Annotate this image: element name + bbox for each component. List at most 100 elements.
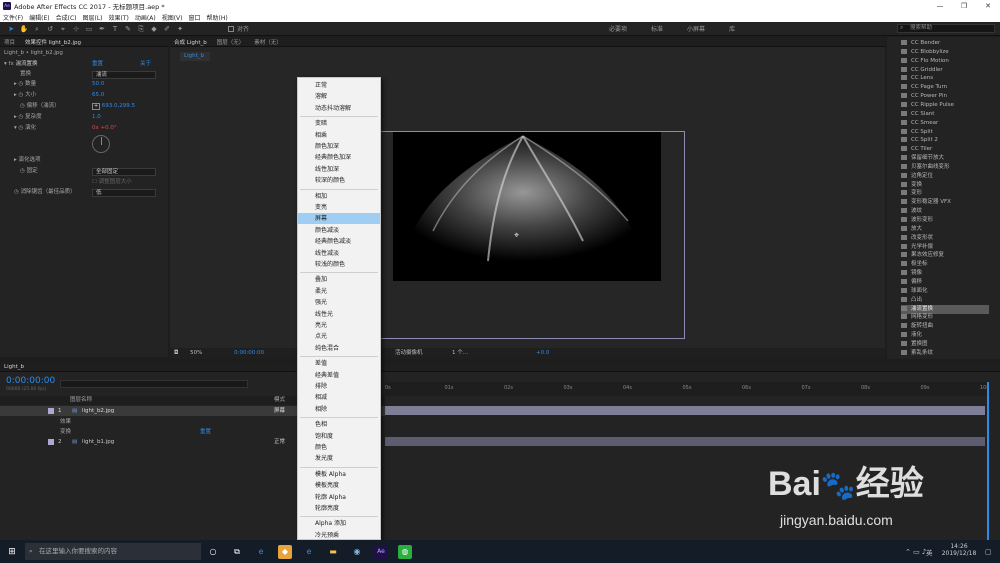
effect-list-item[interactable]: 光学补偿 (901, 243, 989, 252)
workspace-standard[interactable]: 标准 (651, 24, 663, 33)
blend-mode-item[interactable]: 相除 (298, 404, 380, 415)
blend-mode-item[interactable]: 柔光 (298, 286, 380, 297)
effect-list-item[interactable]: 凸出 (901, 296, 989, 305)
menu-edit[interactable]: 编辑(E) (29, 13, 49, 22)
blend-mode-item[interactable]: 轮廓亮度 (298, 503, 380, 514)
effect-list-item[interactable]: 球面化 (901, 287, 989, 296)
layer-name-header[interactable]: 图层名称 (70, 396, 92, 405)
complexity-value[interactable]: 1.0 (92, 113, 101, 122)
tab-timeline[interactable]: Light_b (4, 364, 24, 370)
blend-mode-item[interactable]: 较浅的颜色 (298, 259, 380, 270)
menu-window[interactable]: 窗口 (188, 13, 200, 22)
camera-tool-icon[interactable]: ⌖ (58, 24, 68, 34)
clock[interactable]: 14:26 2019/12/18 (937, 543, 981, 557)
about-link[interactable]: 关于 (140, 60, 151, 69)
pan-behind-tool-icon[interactable]: ⊹ (71, 24, 81, 34)
effect-list-item[interactable]: 贝塞尔曲线变形 (901, 163, 989, 172)
file-explorer-icon[interactable]: ▬ (326, 545, 340, 559)
menu-effect[interactable]: 效果(T) (109, 13, 129, 22)
menu-layer[interactable]: 图层(L) (83, 13, 103, 22)
timeline-search-input[interactable] (60, 380, 248, 388)
ie-icon[interactable]: e (302, 545, 316, 559)
blend-mode-item[interactable]: 线性光 (298, 309, 380, 320)
evolution-value[interactable]: 0x +0.0° (92, 124, 117, 133)
workspace-small-screen[interactable]: 小屏幕 (687, 24, 705, 33)
effect-list-item[interactable]: 置换图 (901, 340, 989, 349)
selection-tool-icon[interactable]: ➤ (6, 24, 16, 34)
blend-mode-item[interactable]: 经典颜色减淡 (298, 236, 380, 247)
blend-mode-item[interactable]: 差值 (298, 358, 380, 369)
type-tool-icon[interactable]: T (110, 24, 120, 34)
menu-help[interactable]: 帮助(H) (207, 13, 228, 22)
blend-mode-item[interactable]: 线性减淡 (298, 248, 380, 259)
effect-list-item[interactable]: CC Smear (901, 119, 989, 128)
comp-chip[interactable]: Light_b (180, 52, 210, 61)
effect-list-item[interactable]: CC Page Turn (901, 83, 989, 92)
minimize-button[interactable]: — (928, 0, 952, 12)
blend-mode-item[interactable]: 叠加 (298, 274, 380, 285)
views-dropdown[interactable]: 1 个... (452, 348, 468, 359)
tab-project[interactable]: 项目 (4, 38, 15, 46)
tray-icons[interactable]: ⌃ ▭ ♪ (905, 548, 926, 556)
effect-list-item[interactable]: 变换 (901, 181, 989, 190)
notification-icon[interactable]: ▢ (985, 548, 992, 556)
layer-bounding-box[interactable] (370, 131, 685, 339)
workspace-library[interactable]: 库 (729, 24, 735, 33)
clone-tool-icon[interactable]: ⎘ (136, 24, 146, 34)
displace-dropdown[interactable]: 湍流 (92, 71, 156, 79)
mode-header[interactable]: 模式 (274, 396, 285, 405)
layer-1-track[interactable] (385, 406, 985, 415)
sub-effects[interactable]: 效果 (60, 417, 72, 427)
effect-list-item[interactable]: 偏移 (901, 278, 989, 287)
taskbar-search-input[interactable]: ⌕ 在这里输入你要搜索的内容 (25, 543, 201, 560)
effect-list-item[interactable]: 边角定位 (901, 172, 989, 181)
blend-mode-item[interactable]: 亮光 (298, 320, 380, 331)
layer-1-name[interactable]: light_b2.jpg (82, 406, 114, 416)
after-effects-icon[interactable]: Ae (374, 544, 388, 559)
blend-mode-item[interactable]: 强光 (298, 297, 380, 308)
pinning-dropdown[interactable]: 全部固定 (92, 168, 156, 176)
effect-list-item[interactable]: 改变形状 (901, 234, 989, 243)
blend-mode-item[interactable]: 轮廓 Alpha (298, 492, 380, 503)
blend-mode-item[interactable]: 经典差值 (298, 370, 380, 381)
offset-value[interactable]: + 693.0,299.5 (92, 102, 135, 111)
effect-list-item[interactable]: CC Lens (901, 74, 989, 83)
amount-value[interactable]: 50.0 (92, 80, 104, 89)
prop-evolution-options[interactable]: ▸ 演化选项 (14, 156, 41, 165)
exposure-value[interactable]: +0.0 (536, 348, 549, 359)
rotate-tool-icon[interactable]: ↺ (45, 24, 55, 34)
timeline-timecode[interactable]: 0:00:00:00 (6, 376, 55, 386)
effect-list-item[interactable]: CC Blobbylize (901, 48, 989, 57)
evolution-dial[interactable] (92, 135, 110, 153)
blend-mode-item[interactable]: 屏幕 (298, 213, 380, 225)
puppet-tool-icon[interactable]: ✦ (175, 24, 185, 34)
tab-footage[interactable]: 素材（无） (254, 38, 282, 46)
align-checkbox[interactable] (228, 25, 234, 32)
layer-label-color[interactable] (48, 408, 54, 414)
camera-dropdown[interactable]: 活动摄像机 (395, 348, 423, 359)
tab-composition[interactable]: 合成 Light_b (174, 38, 207, 46)
blend-mode-item[interactable]: 变亮 (298, 202, 380, 213)
tab-effect-controls[interactable]: 效果控件 light_b2.jpg (25, 38, 81, 46)
effect-list-item[interactable]: CC Split (901, 128, 989, 137)
eraser-tool-icon[interactable]: ◆ (149, 24, 159, 34)
layer-2-track[interactable] (385, 437, 985, 446)
blend-mode-item[interactable]: 正常 (298, 80, 380, 91)
layer-1-mode[interactable]: 屏幕 (274, 406, 285, 416)
layer-2-mode[interactable]: 正常 (274, 437, 285, 447)
effect-list-item[interactable]: 波形变形 (901, 216, 989, 225)
blend-mode-item[interactable]: 颜色减淡 (298, 225, 380, 236)
blend-mode-item[interactable]: 颜色加深 (298, 141, 380, 152)
effect-list-item[interactable]: 镜像 (901, 269, 989, 278)
blend-mode-item[interactable]: 模板亮度 (298, 480, 380, 491)
effect-list-item[interactable]: 极坐标 (901, 260, 989, 269)
time-ruler[interactable]: 0s 01s 02s 03s 04s 05s 06s 07s 08s 09s 10s (385, 382, 990, 396)
effect-list-item[interactable]: 液化 (901, 331, 989, 340)
effect-list-item[interactable]: 网格变形 (901, 313, 989, 322)
menu-view[interactable]: 视图(V) (162, 13, 183, 22)
resize-layer-checkbox[interactable]: ☐ 调整图层大小 (92, 178, 132, 187)
workspace-essentials[interactable]: 必要项 (609, 24, 627, 33)
effect-list-item[interactable]: CC Griddler (901, 66, 989, 75)
close-button[interactable]: ✕ (976, 0, 1000, 12)
blend-mode-item[interactable]: 模板 Alpha (298, 469, 380, 480)
